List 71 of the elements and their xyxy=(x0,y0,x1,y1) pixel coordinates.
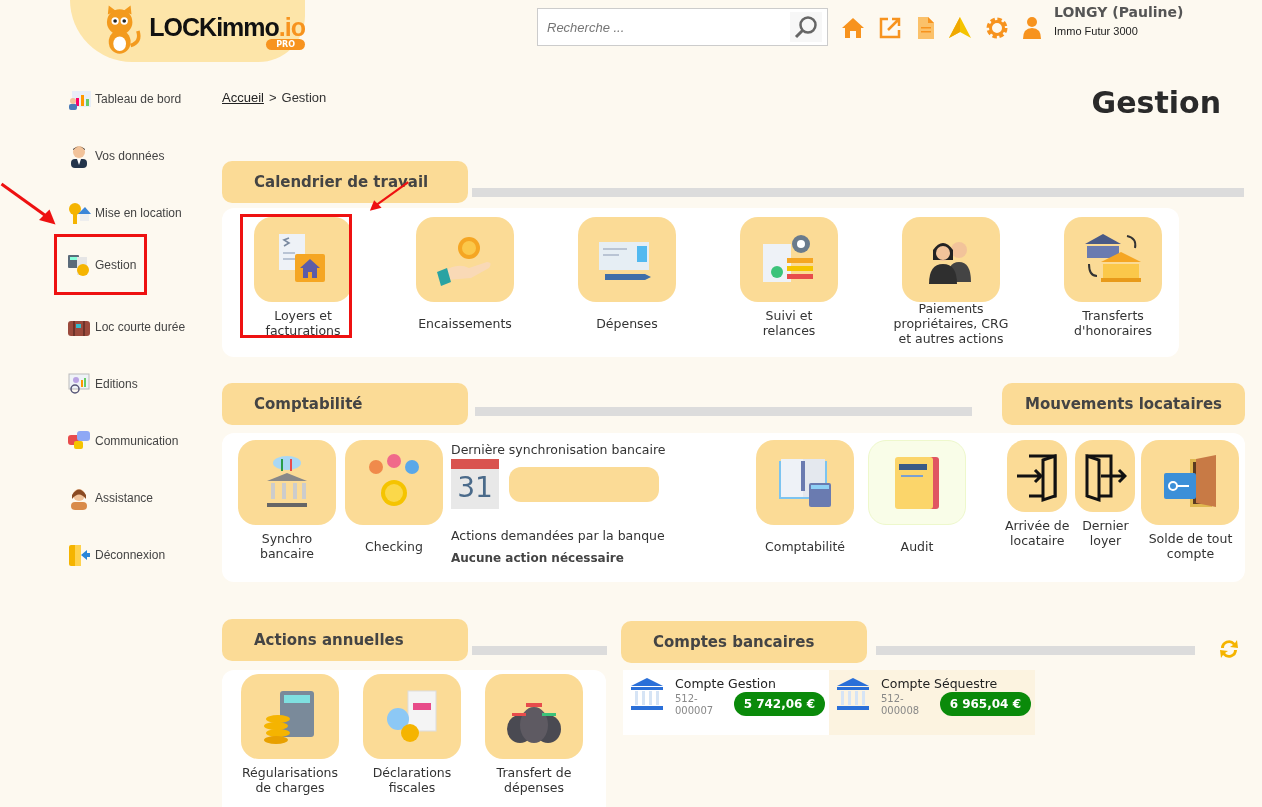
shortcut-label: Déclarations fiscales xyxy=(372,765,452,795)
bank-actions-label: Actions demandées par la banque xyxy=(451,528,666,543)
shortcut-button[interactable] xyxy=(902,217,1000,302)
monitor-chart-icon xyxy=(67,372,91,396)
balance-badge: 5 742,06 € xyxy=(733,692,825,716)
bank-account-card[interactable]: Compte Séquestre 512- 000008 6 965,04 € xyxy=(829,670,1035,735)
breadcrumb-separator: > xyxy=(268,90,277,105)
section-header: Actions annuelles xyxy=(222,619,468,661)
sidebar-item[interactable]: Déconnexion xyxy=(67,542,166,568)
breadcrumb-link[interactable]: Accueil xyxy=(222,90,264,105)
shortcut-label: Comptabilité xyxy=(765,538,845,554)
search-button[interactable] xyxy=(790,12,822,42)
sidebar-item[interactable]: Loc courte durée xyxy=(67,314,186,340)
breadcrumb-current: Gestion xyxy=(281,90,327,105)
shortcut-label: Synchro bancaire xyxy=(259,531,315,561)
shortcut-label: Audit xyxy=(900,538,934,554)
balance-badge: 6 965,04 € xyxy=(939,692,1031,716)
exit-door-icon xyxy=(67,543,91,567)
shortcut-label: Dernier loyer xyxy=(1082,518,1129,548)
bank-icon xyxy=(835,676,871,712)
sidebar-item[interactable]: Gestion xyxy=(54,234,147,295)
section-header: Comptabilité xyxy=(222,383,468,425)
external-link-icon xyxy=(878,16,902,40)
search-field[interactable]: Recherche ... xyxy=(537,8,828,46)
section-header: Calendrier de travail xyxy=(222,161,468,203)
key-house-icon xyxy=(67,201,91,225)
sidebar-item[interactable]: Assistance xyxy=(67,485,154,511)
shortcut-label: Arrivée de locataire xyxy=(1005,518,1070,548)
bank-account-card[interactable]: Compte Gestion 512- 000007 5 742,06 € xyxy=(623,670,829,735)
shortcut-label: Régularisations de charges xyxy=(241,765,338,795)
pro-badge: PRO xyxy=(266,38,305,50)
document-icon xyxy=(915,16,935,40)
shortcut-label: Dépenses xyxy=(596,315,658,331)
paper-plane-icon xyxy=(948,16,972,40)
shortcut-label: Loyers et facturations xyxy=(265,308,341,338)
section-header: Mouvements locataires xyxy=(1002,383,1245,425)
account-name: Compte Gestion xyxy=(675,676,777,691)
shortcut-label: Checking xyxy=(365,538,423,554)
sidebar-item[interactable]: Tableau de bord xyxy=(67,86,182,112)
home-icon xyxy=(841,16,865,40)
shortcut-label: Solde de tout compte xyxy=(1148,531,1233,561)
shortcut-label: Encaissements xyxy=(418,315,512,331)
shortcut-label: Transfert de dépenses xyxy=(496,765,572,795)
shortcut-button[interactable] xyxy=(1075,440,1136,512)
settings-icon xyxy=(985,16,1009,40)
shortcut-label: Transferts d'honoraires xyxy=(1074,308,1152,338)
page-title: Gestion xyxy=(1091,84,1222,122)
bank-icon xyxy=(629,676,665,712)
company-name: Immo Futur 3000 xyxy=(1054,25,1139,37)
section-header: Comptes bancaires xyxy=(621,621,867,663)
shortcut-button[interactable] xyxy=(485,674,583,759)
shortcut-button[interactable] xyxy=(868,440,966,525)
sync-label: Dernière synchronisation bancaire xyxy=(451,442,666,457)
search-icon xyxy=(794,15,818,39)
bank-actions-status: Aucune action nécessaire xyxy=(451,551,625,565)
sidebar-item[interactable]: Editions xyxy=(67,371,138,397)
brand-name: LOCKimmo.io xyxy=(149,12,305,41)
shortcut-label: Suivi et relances xyxy=(762,308,816,338)
sidebar-item[interactable]: Mise en location xyxy=(67,200,182,226)
sidebar-item[interactable]: Communication xyxy=(67,428,179,454)
shortcut-button[interactable] xyxy=(1007,440,1068,512)
refresh-icon xyxy=(1217,637,1241,661)
shortcut-label: Paiements propriétaires, CRG et autres actions xyxy=(893,300,1009,346)
user-name: LONGY (Pauline) xyxy=(1054,4,1184,20)
sidebar-item[interactable]: Vos données xyxy=(67,143,165,169)
account-name: Compte Séquestre xyxy=(881,676,999,691)
account-number: 512- 000007 xyxy=(675,693,714,717)
account-number: 512- 000008 xyxy=(881,693,920,717)
calculator-coin-icon xyxy=(67,252,91,277)
shortcut-button[interactable] xyxy=(1064,217,1162,302)
user-icon xyxy=(1022,16,1042,40)
